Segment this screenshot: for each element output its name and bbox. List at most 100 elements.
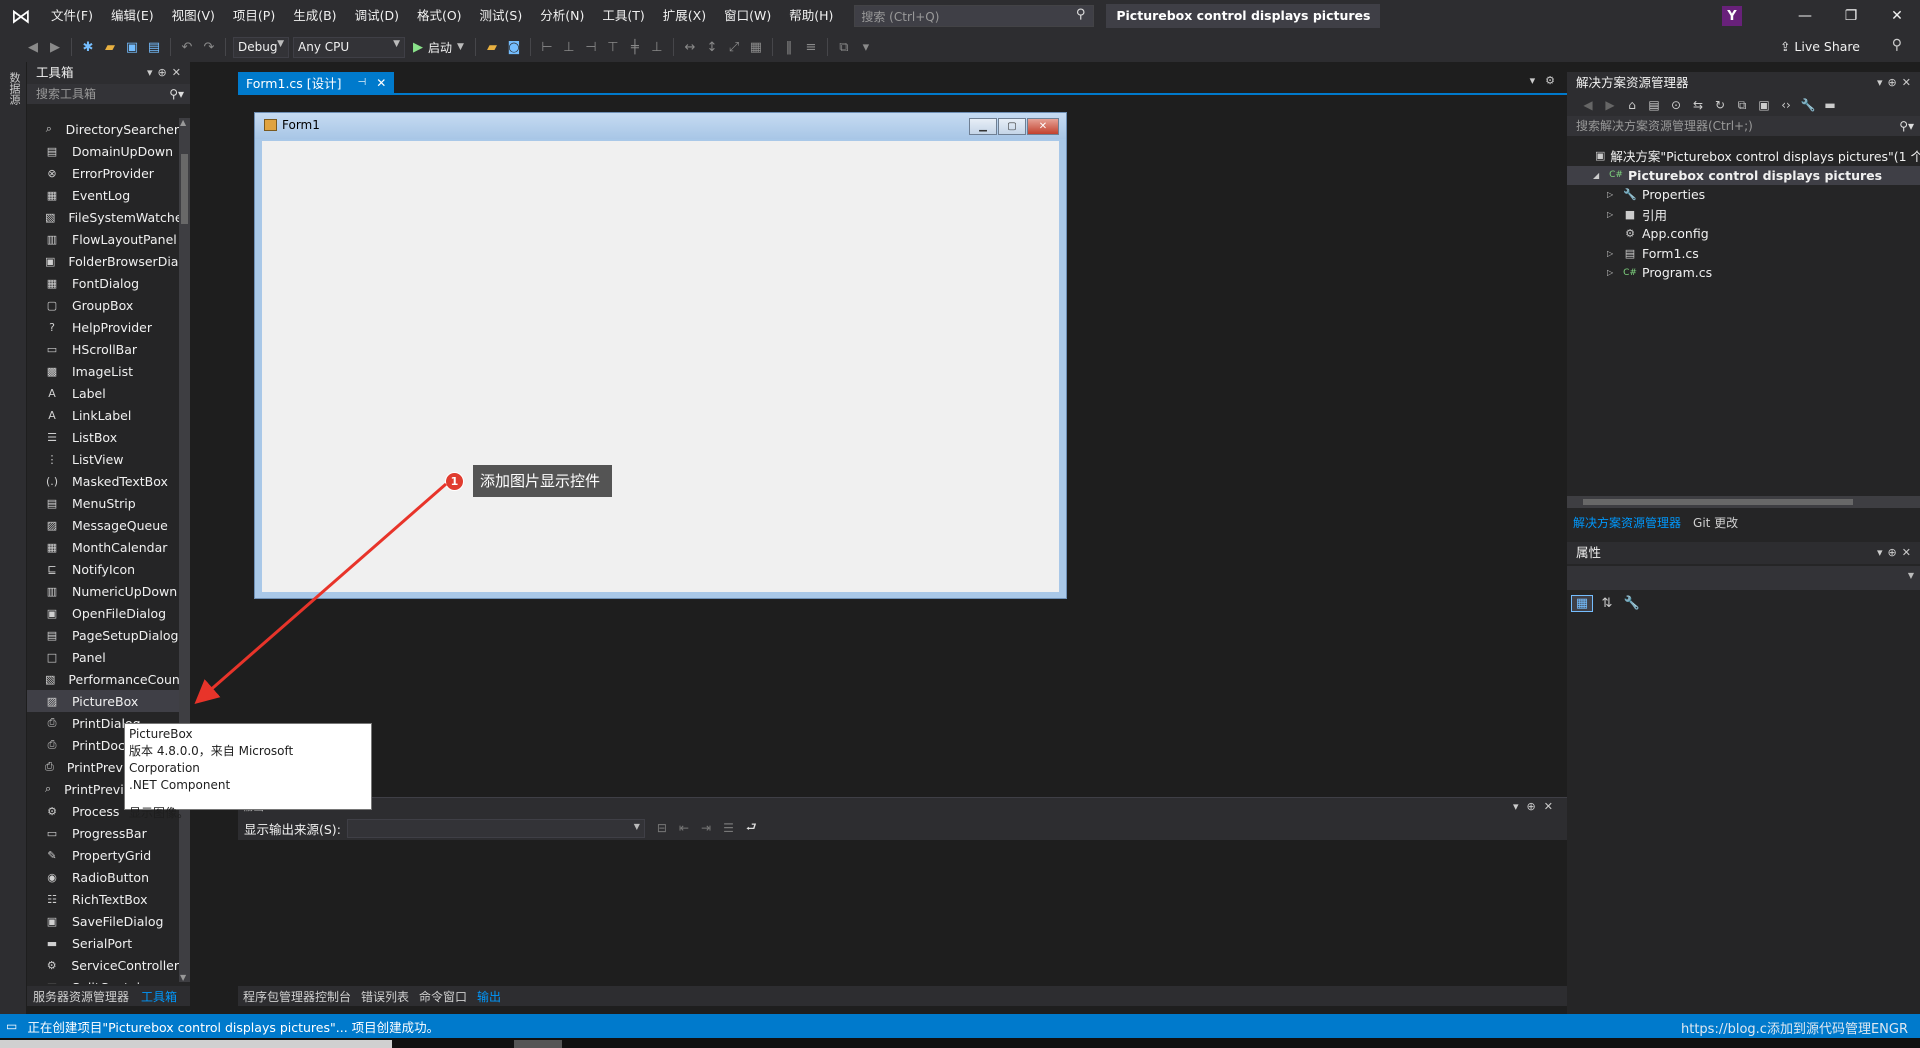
- toolbox-item[interactable]: (.) MaskedTextBox: [27, 470, 179, 492]
- toolbox-item[interactable]: ▥ FlowLayoutPanel: [27, 228, 179, 250]
- toolbox-item[interactable]: ▤ MenuStrip: [27, 492, 179, 514]
- menu-item[interactable]: 分析(N): [531, 0, 593, 32]
- form1-window[interactable]: Form1 ▁ ▢ ✕: [254, 112, 1067, 599]
- toolbox-item[interactable]: ⚙ ServiceController: [27, 954, 179, 976]
- toolbox-item[interactable]: ☷ RichTextBox: [27, 888, 179, 910]
- form-maximize-icon[interactable]: ▢: [998, 118, 1026, 135]
- back-icon[interactable]: ◀: [22, 40, 44, 55]
- tab-form1-designer[interactable]: Form1.cs [设计] ⊣ ✕: [238, 72, 395, 93]
- pane-controls[interactable]: ▾⊕✕: [1513, 798, 1561, 816]
- tree-node[interactable]: ▷ ▤ Form1.cs: [1567, 244, 1920, 264]
- solution-explorer-search-input[interactable]: 搜索解决方案资源管理器(Ctrl+;) ⚲▾: [1567, 116, 1920, 136]
- menu-item[interactable]: 格式(O): [408, 0, 471, 32]
- preview-icon[interactable]: ▬: [1819, 98, 1841, 112]
- go-next-icon[interactable]: ⇥: [701, 821, 711, 835]
- tab-order-icon[interactable]: ⧉: [833, 40, 855, 55]
- tab-server-explorer[interactable]: 服务器资源管理器: [27, 988, 135, 1005]
- restore-icon[interactable]: ❐: [1828, 8, 1874, 24]
- status-right-text[interactable]: https://blog.c添加到源代码管理ENGR: [1681, 1018, 1908, 1037]
- horizontal-spacing-icon[interactable]: ‖: [778, 40, 800, 55]
- tab-solution-explorer[interactable]: 解决方案资源管理器: [1567, 514, 1687, 531]
- toolbox-search-input[interactable]: 搜索工具箱 ⚲▾: [27, 84, 190, 104]
- menu-item[interactable]: 调试(D): [346, 0, 408, 32]
- tree-node[interactable]: ◢ C# Picturebox control displays pictures: [1567, 165, 1920, 185]
- toolbar-options-icon[interactable]: ▾: [855, 40, 877, 55]
- search-input[interactable]: 搜索 (Ctrl+Q) ⚲: [854, 5, 1095, 27]
- go-previous-icon[interactable]: ⇤: [679, 821, 689, 835]
- align-rights-icon[interactable]: ⊣: [580, 40, 602, 55]
- align-middles-icon[interactable]: ╪: [624, 40, 646, 55]
- toolbox-item[interactable]: A Label: [27, 382, 179, 404]
- toolbox-item[interactable]: ⊑ NotifyIcon: [27, 558, 179, 580]
- toolbox-item[interactable]: ⌕ DirectorySearcher: [27, 118, 179, 140]
- properties-icon[interactable]: 🔧: [1797, 98, 1819, 112]
- menu-item[interactable]: 帮助(H): [780, 0, 842, 32]
- forward-icon[interactable]: ▶: [44, 40, 66, 55]
- toolbox-item[interactable]: ▢ GroupBox: [27, 294, 179, 316]
- toolbox-item[interactable]: ▧ PerformanceCounter: [27, 668, 179, 690]
- toolbox-item[interactable]: ☰ ListBox: [27, 426, 179, 448]
- new-project-icon[interactable]: ✱: [77, 40, 99, 55]
- menu-item[interactable]: 工具(T): [593, 0, 653, 32]
- expander-icon[interactable]: ▷: [1607, 190, 1613, 199]
- show-all-files-icon[interactable]: ▣: [1753, 98, 1775, 112]
- clear-all-icon[interactable]: ☰: [723, 821, 734, 835]
- toolbox-item[interactable]: □ Panel: [27, 646, 179, 668]
- tab-dropdown-icon[interactable]: ▾⚙: [1530, 74, 1565, 87]
- make-same-size-icon[interactable]: ⤢: [723, 40, 745, 55]
- tree-node[interactable]: ▣ 解决方案"Picturebox control displays pictur…: [1567, 146, 1920, 166]
- toolbox-item[interactable]: ⊗ ErrorProvider: [27, 162, 179, 184]
- tree-node[interactable]: ▷ 🔧 Properties: [1567, 185, 1920, 205]
- pane-controls[interactable]: ▾⊕✕: [1877, 72, 1916, 94]
- menu-item[interactable]: 窗口(W): [715, 0, 780, 32]
- toolbox-item[interactable]: ◉ RadioButton: [27, 866, 179, 888]
- expander-icon[interactable]: ▷: [1607, 268, 1613, 277]
- collapse-all-icon[interactable]: ⧉: [1731, 98, 1753, 113]
- form-client-area[interactable]: [262, 141, 1059, 592]
- toolbox-item[interactable]: ⋮ ListView: [27, 448, 179, 470]
- toolbox-item[interactable]: ▣ SaveFileDialog: [27, 910, 179, 932]
- save-icon[interactable]: ▣: [121, 40, 143, 55]
- toolbox-item[interactable]: ▦ FontDialog: [27, 272, 179, 294]
- pin-icon[interactable]: ⊣: [358, 77, 367, 88]
- form-close-icon[interactable]: ✕: [1027, 118, 1059, 135]
- form-minimize-icon[interactable]: ▁: [969, 118, 997, 135]
- pane-controls[interactable]: ▾⊕✕: [147, 62, 186, 84]
- data-sources-tab[interactable]: 数据源: [6, 72, 22, 105]
- properties-object-select[interactable]: ▼: [1567, 566, 1920, 590]
- menu-item[interactable]: 测试(S): [471, 0, 532, 32]
- expander-icon[interactable]: ◢: [1593, 171, 1599, 180]
- toolbox-item[interactable]: ▣ FolderBrowserDialog: [27, 250, 179, 272]
- vertical-spacing-icon[interactable]: ≡: [800, 40, 822, 55]
- toolbox-item[interactable]: ▭ HScrollBar: [27, 338, 179, 360]
- align-lefts-icon[interactable]: ⊢: [536, 40, 558, 55]
- close-icon[interactable]: ✕: [1874, 8, 1920, 24]
- toolbox-scrollbar[interactable]: ▲ ▼: [179, 118, 190, 982]
- folder-icon[interactable]: ▰: [481, 40, 503, 55]
- scrollbar-thumb[interactable]: [181, 154, 188, 224]
- menu-item[interactable]: 项目(P): [224, 0, 284, 32]
- tab-git-changes[interactable]: Git 更改: [1687, 514, 1744, 531]
- size-to-grid-icon[interactable]: ▦: [745, 40, 767, 55]
- pending-changes-icon[interactable]: ⊙: [1665, 98, 1687, 112]
- toolbox-item[interactable]: ▤ PageSetupDialog: [27, 624, 179, 646]
- save-all-icon[interactable]: ▤: [143, 40, 165, 55]
- toolbox-item[interactable]: ▦ EventLog: [27, 184, 179, 206]
- expander-icon[interactable]: ▷: [1607, 210, 1613, 219]
- toolbox-item[interactable]: ▬ SerialPort: [27, 932, 179, 954]
- tab-package-manager-console[interactable]: 程序包管理器控制台: [238, 988, 356, 1005]
- toolbox-item[interactable]: ▨ PictureBox: [27, 690, 179, 712]
- configuration-select[interactable]: Debug ▼: [233, 36, 289, 58]
- minimize-icon[interactable]: —: [1782, 8, 1828, 24]
- menu-item[interactable]: 生成(B): [284, 0, 345, 32]
- find-message-icon[interactable]: ⊟: [657, 821, 667, 835]
- switch-views-icon[interactable]: ▤: [1643, 98, 1665, 112]
- designer-surface[interactable]: Form1 ▁ ▢ ✕: [238, 95, 1567, 797]
- undo-icon[interactable]: ↶: [176, 40, 198, 55]
- align-tops-icon[interactable]: ⊤: [602, 40, 624, 55]
- toolbox-item[interactable]: ✎ PropertyGrid: [27, 844, 179, 866]
- browse-icon[interactable]: ◙: [503, 40, 525, 55]
- scroll-down-icon[interactable]: ▼: [180, 973, 186, 982]
- platform-select[interactable]: Any CPU ▼: [293, 36, 405, 58]
- toolbox-item[interactable]: ▦ MonthCalendar: [27, 536, 179, 558]
